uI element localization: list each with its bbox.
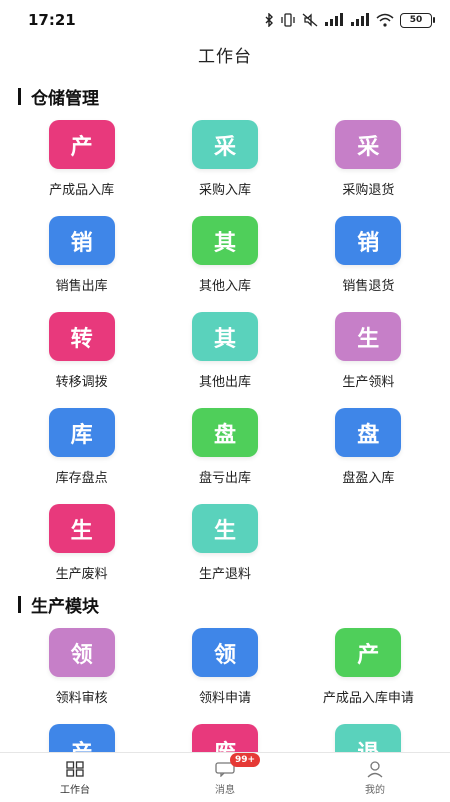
- tile-1-2[interactable]: 产产成品入库申请: [297, 628, 440, 706]
- status-bar: 17:21 50: [0, 0, 450, 40]
- tile-label: 其他入库: [198, 279, 251, 294]
- tile-label: 生产领料: [342, 375, 395, 390]
- section-title: 生产模块: [31, 597, 99, 617]
- tile-icon: 盘: [335, 408, 402, 457]
- section-header-warehouse: 仓储管理: [18, 84, 99, 109]
- tile-label: 库存盘点: [55, 471, 108, 486]
- section-bar: [18, 88, 21, 105]
- vibrate-icon: [281, 13, 295, 27]
- section-header-production: 生产模块: [18, 592, 99, 617]
- mute-icon: [302, 13, 318, 27]
- tab-label: 消息: [215, 784, 235, 796]
- tile-icon: 生: [48, 504, 115, 553]
- tile-icon: 生: [191, 504, 258, 553]
- tile-label: 其他出库: [198, 375, 251, 390]
- tile-0-12[interactable]: 生生产废料: [10, 504, 153, 582]
- tile-label: 产成品入库申请: [322, 691, 414, 706]
- tab-label: 工作台: [60, 784, 90, 796]
- status-icons: 50: [264, 12, 435, 28]
- tile-label: 销售退货: [342, 279, 395, 294]
- tile-icon: 其: [191, 312, 258, 361]
- tile-0-7[interactable]: 其其他出库: [153, 312, 296, 390]
- tab-profile[interactable]: 我的: [320, 759, 430, 796]
- tile-0-2[interactable]: 采采购退货: [297, 120, 440, 198]
- tile-icon: 产: [335, 628, 402, 677]
- tab-messages[interactable]: 99+ 消息: [170, 752, 280, 796]
- tile-0-6[interactable]: 转转移调拨: [10, 312, 153, 390]
- tile-0-0[interactable]: 产产成品入库: [10, 120, 153, 198]
- battery-icon: 50: [400, 12, 435, 28]
- grid-icon: [66, 759, 84, 779]
- tile-0-13[interactable]: 生生产退料: [153, 504, 296, 582]
- tile-label: 采购入库: [198, 183, 251, 198]
- tile-1-0[interactable]: 领领料审核: [10, 628, 153, 706]
- signal-icon-2: [351, 13, 369, 26]
- tile-icon: 销: [48, 216, 115, 265]
- tile-icon: 采: [191, 120, 258, 169]
- tile-0-11[interactable]: 盘盘盈入库: [297, 408, 440, 486]
- tile-0-10[interactable]: 盘盘亏出库: [153, 408, 296, 486]
- tab-label: 我的: [365, 784, 385, 796]
- profile-icon: [366, 759, 384, 779]
- tile-label: 生产退料: [198, 567, 251, 582]
- tile-icon: 领: [191, 628, 258, 677]
- tile-label: 转移调拨: [55, 375, 108, 390]
- tile-icon: 库: [48, 408, 115, 457]
- unread-badge: 99+: [230, 752, 261, 767]
- tile-label: 采购退货: [342, 183, 395, 198]
- tile-label: 生产废料: [55, 567, 108, 582]
- tile-0-3[interactable]: 销销售出库: [10, 216, 153, 294]
- status-time: 17:21: [28, 11, 76, 29]
- tile-0-9[interactable]: 库库存盘点: [10, 408, 153, 486]
- tile-label: 销售出库: [55, 279, 108, 294]
- section-title: 仓储管理: [31, 89, 99, 109]
- tile-label: 产成品入库: [49, 183, 115, 198]
- tab-workbench[interactable]: 工作台: [20, 759, 130, 796]
- tile-icon: 领: [48, 628, 115, 677]
- signal-icon: [325, 13, 343, 26]
- bottom-tab-bar: 工作台 99+ 消息 我的: [0, 752, 450, 801]
- tile-label: 盘亏出库: [198, 471, 251, 486]
- tile-1-1[interactable]: 领领料申请: [153, 628, 296, 706]
- tile-icon: 产: [48, 120, 115, 169]
- wifi-icon: [376, 13, 394, 27]
- tile-icon: 采: [335, 120, 402, 169]
- tile-icon: 生: [335, 312, 402, 361]
- tile-label: 盘盈入库: [342, 471, 395, 486]
- section-bar: [18, 596, 21, 613]
- tile-0-4[interactable]: 其其他入库: [153, 216, 296, 294]
- page-title: 工作台: [198, 47, 252, 67]
- tile-icon: 其: [191, 216, 258, 265]
- tile-0-8[interactable]: 生生产领料: [297, 312, 440, 390]
- tile-0-5[interactable]: 销销售退货: [297, 216, 440, 294]
- tile-label: 领料申请: [198, 691, 251, 706]
- tile-label: 领料审核: [55, 691, 108, 706]
- bluetooth-icon: [265, 13, 273, 27]
- tile-icon: 销: [335, 216, 402, 265]
- tile-icon: 盘: [191, 408, 258, 457]
- warehouse-grid: 产产成品入库采采购入库采采购退货销销售出库其其他入库销销售退货转转移调拨其其他出…: [10, 120, 440, 582]
- tile-0-1[interactable]: 采采购入库: [153, 120, 296, 198]
- tile-icon: 转: [48, 312, 115, 361]
